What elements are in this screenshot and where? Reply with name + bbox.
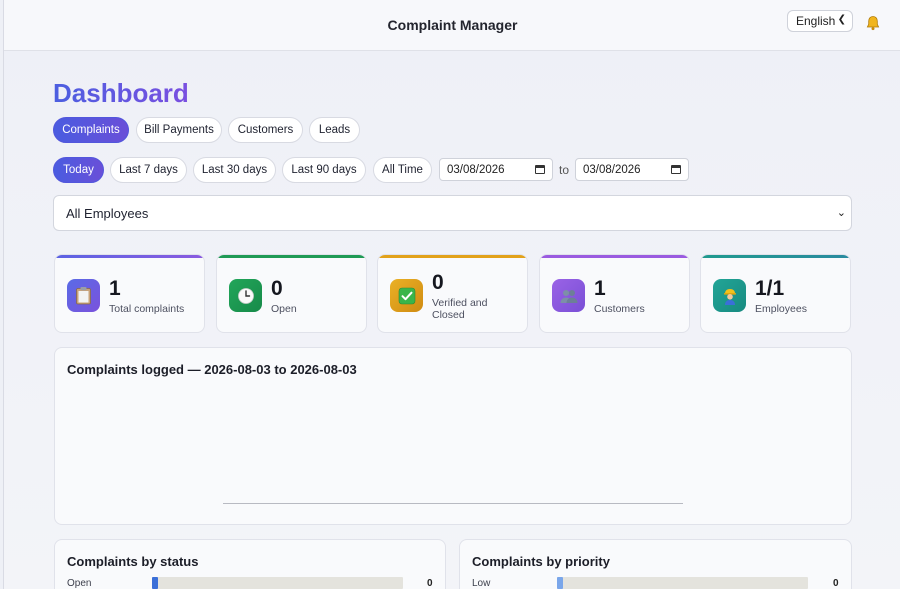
clipboard-icon [67,279,100,312]
range-last-7-days[interactable]: Last 7 days [110,157,187,183]
calendar-icon[interactable] [535,165,545,174]
date-to-input[interactable]: 03/08/2026 [575,158,689,181]
panel-title: Complaints by status [67,554,199,569]
stat-card-verified-closed: 0 Verified and Closed [377,254,528,333]
calendar-icon[interactable] [671,165,681,174]
stat-label: Customers [594,303,645,315]
range-all-time[interactable]: All Time [373,157,432,183]
stat-value: 1 [109,277,121,300]
priority-bar-fill [557,577,563,589]
page-title: Dashboard [53,78,189,108]
app-window: Complaint Manager English ❮ Dashboard Co… [3,0,900,589]
language-value: English [796,14,836,28]
clock-icon [229,279,262,312]
stat-value: 0 [271,277,283,300]
priority-row-count: 0 [833,578,839,589]
tab-leads[interactable]: Leads [309,117,360,143]
card-accent [540,255,689,258]
stat-card-total-complaints: 1 Total complaints [54,254,205,333]
status-bar-track [152,577,403,589]
employee-select[interactable]: All Employees ⌄ [53,195,852,231]
tab-complaints[interactable]: Complaints [53,117,129,143]
complaints-logged-panel: Complaints logged — 2026-08-03 to 2026-0… [54,347,852,525]
complaints-by-status-panel: Complaints by status Open 0 [54,539,446,589]
range-last-30-days[interactable]: Last 30 days [193,157,276,183]
range-today[interactable]: Today [53,157,104,183]
check-icon [390,279,423,312]
app-title: Complaint Manager [387,17,518,33]
stat-card-customers: 1 Customers [539,254,690,333]
stat-label: Open [271,303,297,315]
priority-bar-track [557,577,808,589]
employee-select-value: All Employees [66,205,149,221]
card-accent [701,255,850,258]
stat-label: Employees [755,303,807,315]
priority-row-label: Low [472,578,491,589]
stat-value: 0 [432,271,444,294]
stat-label: Total complaints [109,303,185,315]
status-bar-fill [152,577,158,589]
date-range-to-label: to [559,163,570,177]
status-row-count: 0 [427,578,433,589]
complaints-by-priority-panel: Complaints by priority Low 0 [459,539,852,589]
chevron-down-icon: ⌄ [836,207,846,219]
stat-card-open: 0 Open [216,254,367,333]
chevron-down-icon: ❮ [837,14,846,25]
tab-bill-payments[interactable]: Bill Payments [136,117,222,143]
panel-title: Complaints by priority [472,554,610,569]
card-accent [55,255,204,258]
bell-icon[interactable] [865,15,881,31]
card-accent [217,255,366,258]
stat-card-employees: 1/1 Employees [700,254,851,333]
date-from-value: 03/08/2026 [447,163,505,176]
worker-icon [713,279,746,312]
date-to-value: 03/08/2026 [583,163,641,176]
stat-value: 1 [594,277,606,300]
language-select[interactable]: English ❮ [787,10,853,32]
status-row-label: Open [67,578,92,589]
chart-x-axis [223,503,683,504]
card-accent [378,255,527,258]
stat-label: Verified and Closed [432,297,488,321]
top-bar: Complaint Manager English ❮ [4,0,900,51]
date-from-input[interactable]: 03/08/2026 [439,158,553,181]
stat-value: 1/1 [755,277,785,300]
tab-customers[interactable]: Customers [228,117,303,143]
range-last-90-days[interactable]: Last 90 days [282,157,366,183]
users-icon [552,279,585,312]
panel-title: Complaints logged — 2026-08-03 to 2026-0… [67,362,357,377]
